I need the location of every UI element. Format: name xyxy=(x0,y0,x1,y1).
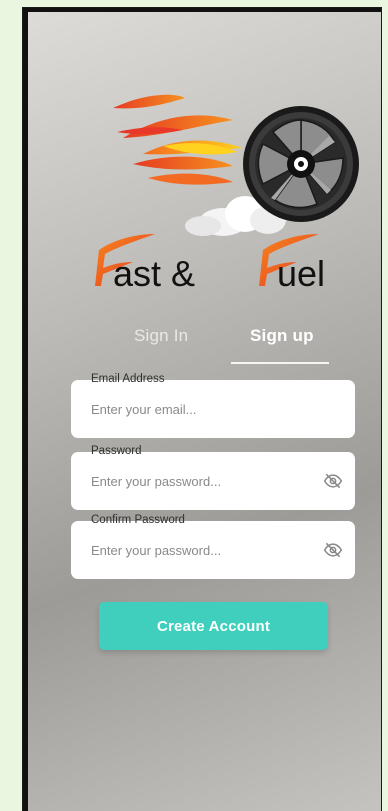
create-account-button[interactable]: Create Account xyxy=(99,602,328,650)
eye-off-icon[interactable] xyxy=(323,540,343,560)
brand-wordmark: ast & uel xyxy=(95,234,325,294)
password-field-container: Password xyxy=(71,445,355,510)
phone-screen: ast & uel Sign In Sign up Email Address … xyxy=(23,8,381,811)
auth-tabs: Sign In Sign up xyxy=(118,318,338,370)
password-field[interactable] xyxy=(91,469,321,493)
email-field-label: Email Address xyxy=(91,373,165,385)
email-field[interactable] xyxy=(91,397,321,421)
confirm-password-field-container: Confirm Password xyxy=(71,514,355,579)
device-frame-top xyxy=(23,8,381,12)
email-field-container: Email Address xyxy=(71,373,355,438)
tab-sign-in[interactable]: Sign In xyxy=(134,326,188,346)
eye-off-icon[interactable] xyxy=(323,471,343,491)
confirm-password-field[interactable] xyxy=(91,538,321,562)
flaming-wheel-icon xyxy=(113,94,359,236)
brand-name-part2: uel xyxy=(277,253,325,294)
active-tab-indicator xyxy=(231,362,329,364)
tab-sign-up[interactable]: Sign up xyxy=(250,326,314,346)
confirm-password-field-label: Confirm Password xyxy=(91,514,185,526)
brand-name-part1: ast & xyxy=(113,253,195,294)
password-field-label: Password xyxy=(91,445,142,457)
device-frame-left xyxy=(23,8,28,811)
